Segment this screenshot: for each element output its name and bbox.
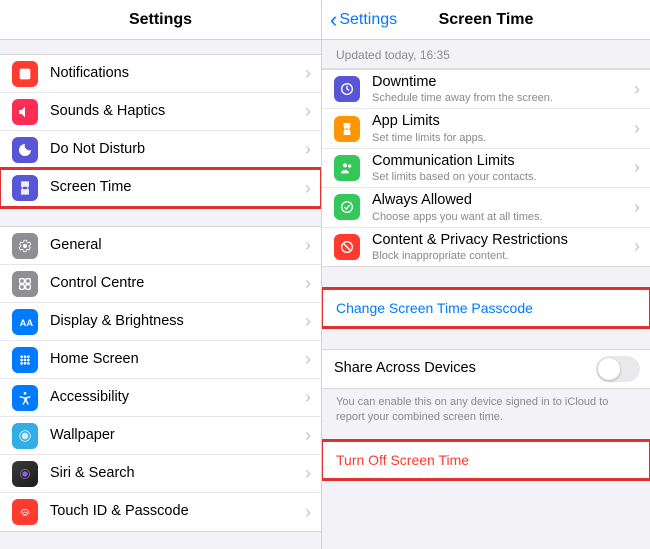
row-label: Share Across Devices [334, 360, 596, 377]
row-screen-time[interactable]: Screen Time › [0, 169, 321, 207]
row-display[interactable]: AA Display & Brightness › [0, 303, 321, 341]
downtime-icon [334, 76, 360, 102]
chevron-right-icon: › [634, 197, 640, 218]
row-control-centre[interactable]: Control Centre › [0, 265, 321, 303]
chevron-right-icon: › [634, 79, 640, 100]
update-status: Updated today, 16:35 [322, 40, 650, 69]
chevron-right-icon: › [305, 349, 311, 370]
chevron-right-icon: › [634, 236, 640, 257]
row-general[interactable]: General › [0, 227, 321, 265]
row-allowed[interactable]: Always Allowed Choose apps you want at a… [322, 188, 650, 227]
wallpaper-icon [12, 423, 38, 449]
chevron-right-icon: › [305, 273, 311, 294]
allowed-icon [334, 194, 360, 220]
chevron-right-icon: › [305, 311, 311, 332]
row-sub: Set limits based on your contacts. [372, 171, 628, 183]
screentime-title: Screen Time [439, 11, 534, 29]
chevron-right-icon: › [634, 118, 640, 139]
row-label: Home Screen [50, 351, 299, 368]
settings-group-1: Notifications › Sounds & Haptics › Do No… [0, 54, 321, 208]
row-touchid[interactable]: Touch ID & Passcode › [0, 493, 321, 531]
row-restrictions[interactable]: Content & Privacy Restrictions Block ina… [322, 228, 650, 266]
screentime-header: ‹ Settings Screen Time [322, 0, 650, 40]
chevron-right-icon: › [634, 157, 640, 178]
row-share-devices[interactable]: Share Across Devices [322, 350, 650, 388]
row-sub: Schedule time away from the screen. [372, 92, 628, 104]
general-icon [12, 233, 38, 259]
row-applimits[interactable]: App Limits Set time limits for apps. › [322, 109, 650, 148]
chevron-right-icon: › [305, 387, 311, 408]
screentime-icon [12, 175, 38, 201]
row-label: Sounds & Haptics [50, 103, 299, 120]
row-label: Always Allowed [372, 192, 628, 209]
notifications-icon [12, 61, 38, 87]
turn-off-group: Turn Off Screen Time [322, 441, 650, 479]
share-note: You can enable this on any device signed… [322, 389, 650, 435]
row-sub: Set time limits for apps. [372, 132, 628, 144]
row-sub: Block inappropriate content. [372, 250, 628, 262]
control-centre-icon [12, 271, 38, 297]
row-label: Notifications [50, 65, 299, 82]
chevron-right-icon: › [305, 101, 311, 122]
chevron-right-icon: › [305, 178, 311, 199]
row-label: Control Centre [50, 275, 299, 292]
chevron-left-icon: ‹ [330, 9, 337, 31]
restrictions-icon [334, 234, 360, 260]
svg-text:AA: AA [20, 318, 33, 328]
back-button[interactable]: ‹ Settings [330, 9, 397, 31]
row-wallpaper[interactable]: Wallpaper › [0, 417, 321, 455]
share-group: Share Across Devices [322, 349, 650, 389]
row-dnd[interactable]: Do Not Disturb › [0, 131, 321, 169]
chevron-right-icon: › [305, 63, 311, 84]
chevron-right-icon: › [305, 139, 311, 160]
turn-off-button[interactable]: Turn Off Screen Time [322, 442, 650, 478]
dnd-icon [12, 137, 38, 163]
screentime-pane: ‹ Settings Screen Time Updated today, 16… [322, 0, 650, 549]
row-notifications[interactable]: Notifications › [0, 55, 321, 93]
row-sounds[interactable]: Sounds & Haptics › [0, 93, 321, 131]
row-label: Wallpaper [50, 427, 299, 444]
change-passcode-button[interactable]: Change Screen Time Passcode [322, 290, 650, 326]
row-label: Content & Privacy Restrictions [372, 232, 628, 249]
row-home-screen[interactable]: Home Screen › [0, 341, 321, 379]
row-sub: Choose apps you want at all times. [372, 211, 628, 223]
screentime-options: Downtime Schedule time away from the scr… [322, 69, 650, 267]
settings-group-2: General › Control Centre › AA Display & … [0, 226, 321, 532]
touchid-icon [12, 499, 38, 525]
row-label: Downtime [372, 74, 628, 91]
row-label: Communication Limits [372, 153, 628, 170]
siri-icon [12, 461, 38, 487]
row-label: Display & Brightness [50, 313, 299, 330]
row-label: Do Not Disturb [50, 141, 299, 158]
row-downtime[interactable]: Downtime Schedule time away from the scr… [322, 70, 650, 109]
row-accessibility[interactable]: Accessibility › [0, 379, 321, 417]
chevron-right-icon: › [305, 463, 311, 484]
row-label: App Limits [372, 113, 628, 130]
accessibility-icon [12, 385, 38, 411]
share-toggle[interactable] [596, 356, 640, 382]
row-siri[interactable]: Siri & Search › [0, 455, 321, 493]
settings-title: Settings [129, 11, 192, 29]
row-label: Siri & Search [50, 465, 299, 482]
row-label: Touch ID & Passcode [50, 503, 299, 520]
settings-header: Settings [0, 0, 321, 40]
home-screen-icon [12, 347, 38, 373]
settings-pane: Settings Notifications › Sounds & Haptic… [0, 0, 322, 549]
chevron-right-icon: › [305, 425, 311, 446]
row-label: General [50, 237, 299, 254]
row-commlimits[interactable]: Communication Limits Set limits based on… [322, 149, 650, 188]
commlimits-icon [334, 155, 360, 181]
change-passcode-group: Change Screen Time Passcode [322, 289, 650, 327]
row-label: Accessibility [50, 389, 299, 406]
chevron-right-icon: › [305, 502, 311, 523]
display-icon: AA [12, 309, 38, 335]
applimits-icon [334, 116, 360, 142]
row-label: Screen Time [50, 179, 299, 196]
back-label: Settings [339, 11, 397, 29]
sounds-icon [12, 99, 38, 125]
chevron-right-icon: › [305, 235, 311, 256]
